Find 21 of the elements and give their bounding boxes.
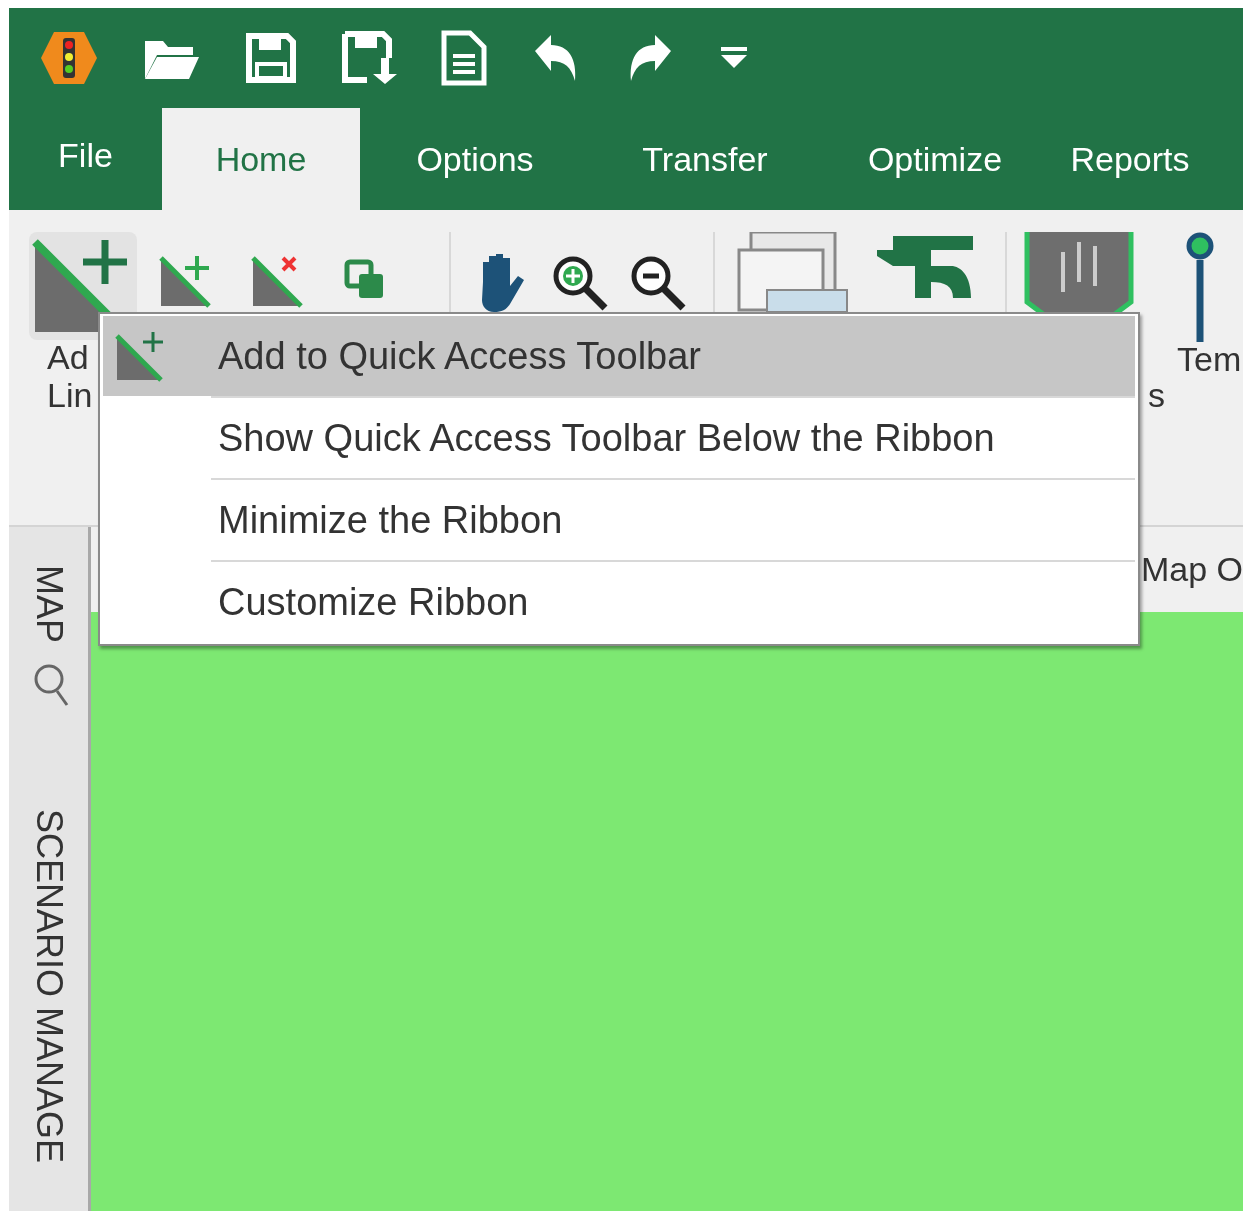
ribbon-tab[interactable]: File — [9, 108, 162, 210]
zoom-out-icon[interactable] — [629, 254, 687, 312]
ribbon-tab[interactable]: Optimize — [820, 108, 1050, 210]
ribbon-tab[interactable]: Transfer — [590, 108, 820, 210]
button-label: s — [1148, 376, 1165, 414]
button-label: Ad Lin — [47, 338, 93, 414]
windows-icon[interactable] — [737, 232, 849, 312]
ribbon-tab[interactable]: Reports — [1050, 108, 1210, 210]
button-label: Tem — [1177, 340, 1242, 378]
side-tab[interactable]: MAP — [30, 565, 67, 643]
side-tab[interactable]: SCENARIO MANAGE — [30, 809, 67, 1164]
menu-item[interactable]: Add to Quick Access Toolbar — [103, 316, 1135, 396]
ribbon-tab[interactable]: Options — [360, 108, 590, 210]
save-as-icon[interactable] — [341, 30, 397, 86]
menu-item[interactable]: Show Quick Access Toolbar Below the Ribbon — [103, 398, 1135, 478]
dropdown-icon[interactable] — [719, 47, 749, 69]
menu-item[interactable]: Minimize the Ribbon — [103, 480, 1135, 560]
document-icon[interactable] — [441, 30, 487, 86]
panel-title: Map O — [1140, 549, 1243, 590]
menu-item[interactable]: Customize Ribbon — [103, 562, 1135, 642]
ribbon-tab[interactable]: Home — [162, 108, 360, 210]
